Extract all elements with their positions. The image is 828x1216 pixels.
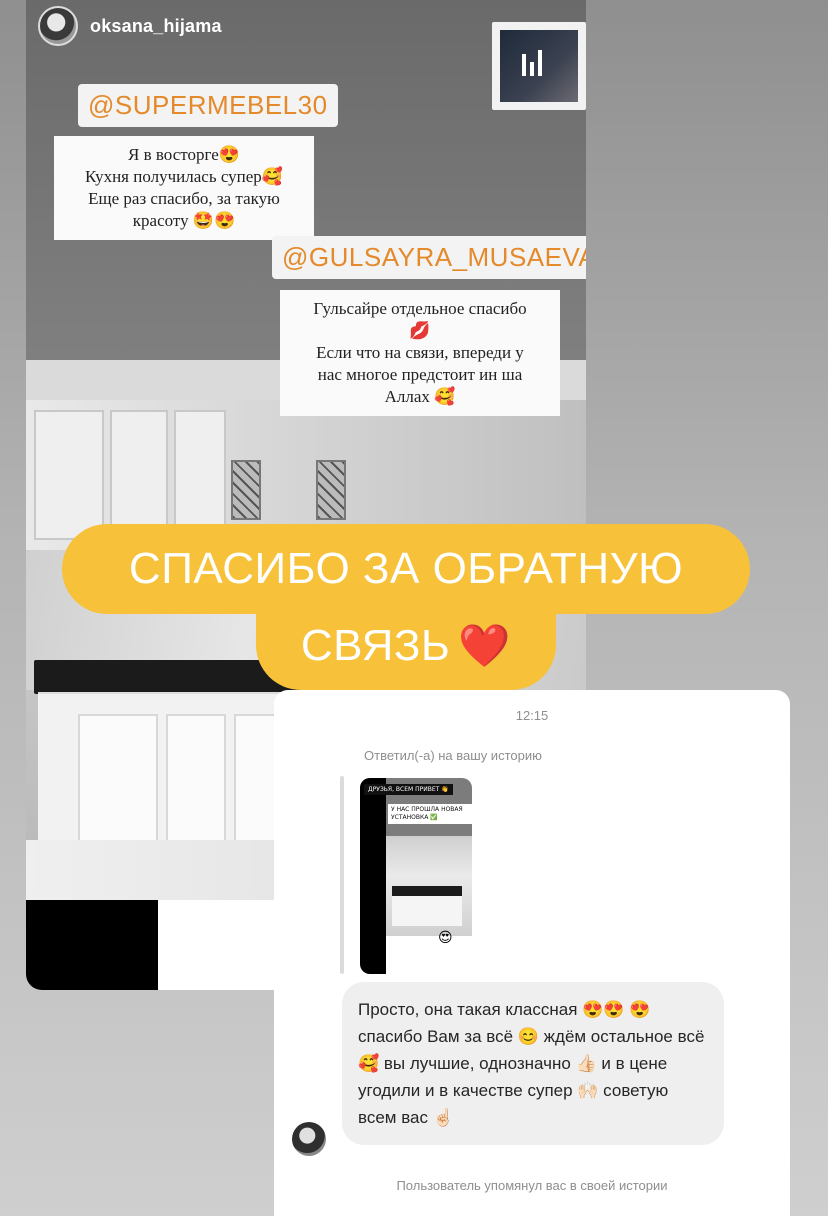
mention-text: @SUPERMEBEL30 <box>88 90 328 120</box>
heart-icon: ❤️ <box>458 621 512 670</box>
note-line: Я в восторге😍 <box>128 145 240 164</box>
replied-story-preview[interactable]: ДРУЗЬЯ, ВСЕМ ПРИВЕТ 👋 У НАС ПРОШЛА НОВАЯ… <box>360 778 472 974</box>
banner-text-1: СПАСИБО ЗА ОБРАТНУЮ <box>128 544 684 593</box>
message-bubble[interactable]: Просто, она такая классная 😍😍 😍 спасибо … <box>342 982 724 1145</box>
banner-text-2: СВЯЗЬ <box>300 621 451 670</box>
mini-story-caption-2: У НАС ПРОШЛА НОВАЯ УСТАНОВКА ✅ <box>388 804 472 824</box>
note-line: Гульсайре отдельное спасибо <box>313 299 527 318</box>
mention-sticker-supermebel[interactable]: @SUPERMEBEL30 <box>78 84 338 127</box>
note-line: 💋 <box>409 321 431 340</box>
replied-to-story-label: Ответил(-а) на вашу историю <box>364 748 542 763</box>
note-line: Кухня получилась супер🥰 <box>85 167 283 186</box>
message-text: Просто, она такая классная 😍😍 😍 спасибо … <box>358 1000 705 1127</box>
avatar[interactable] <box>38 6 78 46</box>
mention-text: @GULSAYRA_MUSAEVA <box>282 242 586 272</box>
sender-avatar[interactable] <box>292 1122 326 1156</box>
story-note-1: Я в восторге😍 Кухня получилась супер🥰 Ещ… <box>54 136 314 240</box>
reply-indicator-line <box>340 776 344 974</box>
reaction-emoji: 😍 <box>438 930 453 946</box>
note-line: Аллах 🥰 <box>384 387 456 406</box>
mention-footer: Пользователь упомянул вас в своей истори… <box>396 1178 668 1193</box>
note-line: красоту 🤩😍 <box>132 211 236 230</box>
story-thumbnail[interactable] <box>492 22 586 110</box>
note-line: Еще раз спасибо, за такую <box>88 189 280 208</box>
story-username[interactable]: oksana_hijama <box>90 16 222 37</box>
story-note-2: Гульсайре отдельное спасибо 💋 Если что н… <box>280 290 560 416</box>
message-timestamp: 12:15 <box>515 708 549 723</box>
banner-line-1: СПАСИБО ЗА ОБРАТНУЮ <box>62 524 750 614</box>
mini-story-caption-1: ДРУЗЬЯ, ВСЕМ ПРИВЕТ 👋 <box>364 784 453 795</box>
story-header: oksana_hijama <box>38 6 222 46</box>
note-line: нас многое предстоит ин ша <box>317 365 523 384</box>
dm-screenshot: 12:15 Ответил(-а) на вашу историю ДРУЗЬЯ… <box>274 690 790 1216</box>
note-line: Если что на связи, впереди у <box>316 343 524 362</box>
mention-sticker-gulsayra[interactable]: @GULSAYRA_MUSAEVA <box>272 236 586 279</box>
